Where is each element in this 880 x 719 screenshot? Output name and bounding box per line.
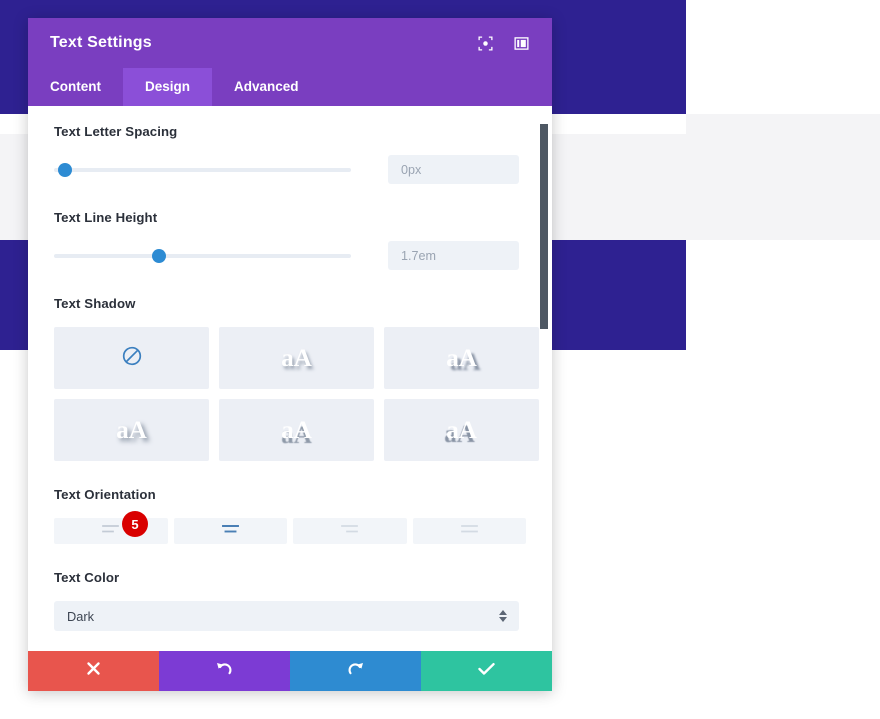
field-text-orientation: Text Orientation 5	[54, 487, 526, 544]
text-color-label: Text Color	[54, 570, 120, 585]
shadow-bottom-drop-option[interactable]: aA	[219, 399, 374, 461]
undo-button[interactable]	[159, 651, 290, 691]
slider-knob[interactable]	[152, 248, 166, 263]
text-shadow-options: aA aA aA aA aA	[54, 327, 539, 461]
slider-knob[interactable]	[58, 162, 72, 177]
close-button[interactable]	[28, 651, 159, 691]
shadow-left-drop-option[interactable]: aA	[54, 399, 209, 461]
x-icon	[86, 661, 101, 681]
settings-scroll-area: Text Letter Spacing 0px Text Line Height	[28, 106, 552, 651]
shadow-hard-drop-option[interactable]: aA	[384, 327, 539, 389]
text-orientation-label: Text Orientation	[54, 487, 156, 502]
letter-spacing-label: Text Letter Spacing	[54, 124, 178, 139]
align-right-option[interactable]	[293, 518, 407, 544]
tab-advanced[interactable]: Advanced	[212, 68, 321, 106]
shadow-none-option[interactable]	[54, 327, 209, 389]
line-height-slider[interactable]	[54, 246, 351, 266]
text-color-value: Dark	[67, 608, 95, 624]
field-text-shadow: Text Shadow aA aA aA aA aA	[54, 296, 539, 461]
select-arrows-icon	[499, 610, 507, 622]
align-right-icon	[341, 522, 359, 540]
shadow-skew-drop-option[interactable]: aA	[384, 399, 539, 461]
shadow-preview-text: aA	[281, 416, 312, 444]
slider-track	[54, 167, 351, 172]
field-text-color: Text Color Dark	[54, 570, 526, 631]
modal-body: Text Letter Spacing 0px Text Line Height	[28, 106, 552, 651]
letter-spacing-input[interactable]: 0px	[388, 155, 519, 184]
modal-header: Text Settings	[28, 18, 552, 68]
settings-scrollbar-thumb[interactable]	[540, 124, 548, 329]
slider-track	[54, 253, 351, 258]
modal-footer	[28, 651, 552, 691]
modal-tabs: Content Design Advanced	[28, 68, 552, 106]
page-title: Text Settings	[50, 34, 152, 51]
text-orientation-options: 5	[54, 511, 526, 544]
tab-content[interactable]: Content	[28, 68, 123, 106]
field-line-height: Text Line Height 1.7em	[54, 210, 526, 270]
shadow-preview-text: aA	[446, 344, 477, 372]
shadow-preview-text: aA	[446, 416, 477, 444]
undo-icon	[216, 660, 233, 682]
align-justify-option[interactable]	[412, 518, 526, 544]
focus-target-icon[interactable]	[472, 30, 498, 56]
line-height-input[interactable]: 1.7em	[388, 241, 519, 270]
step-badge: 5	[122, 511, 148, 537]
shadow-preview-text: aA	[281, 344, 312, 372]
save-button[interactable]	[421, 651, 552, 691]
settings-scrollbar-track[interactable]	[540, 106, 550, 651]
align-left-option[interactable]	[54, 518, 168, 544]
shadow-soft-drop-option[interactable]: aA	[219, 327, 374, 389]
no-shadow-icon	[121, 345, 143, 372]
background-gray-band-right	[686, 114, 880, 134]
align-center-icon	[221, 522, 239, 540]
layout-panel-icon[interactable]	[508, 30, 534, 56]
align-center-option[interactable]	[173, 518, 287, 544]
align-left-icon	[102, 522, 120, 540]
letter-spacing-slider[interactable]	[54, 160, 351, 180]
screen-root: 02 April Text Settings	[0, 0, 880, 719]
redo-button[interactable]	[290, 651, 421, 691]
tab-design[interactable]: Design	[123, 68, 213, 106]
redo-icon	[347, 660, 364, 682]
text-color-select[interactable]: Dark	[54, 601, 519, 631]
line-height-label: Text Line Height	[54, 210, 158, 225]
align-justify-icon	[460, 522, 478, 540]
shadow-preview-text: aA	[116, 416, 147, 444]
text-settings-modal: Text Settings Content Design Advanced Te…	[28, 18, 552, 691]
check-icon	[478, 662, 495, 681]
text-shadow-label: Text Shadow	[54, 296, 136, 311]
field-letter-spacing: Text Letter Spacing 0px	[54, 124, 526, 184]
